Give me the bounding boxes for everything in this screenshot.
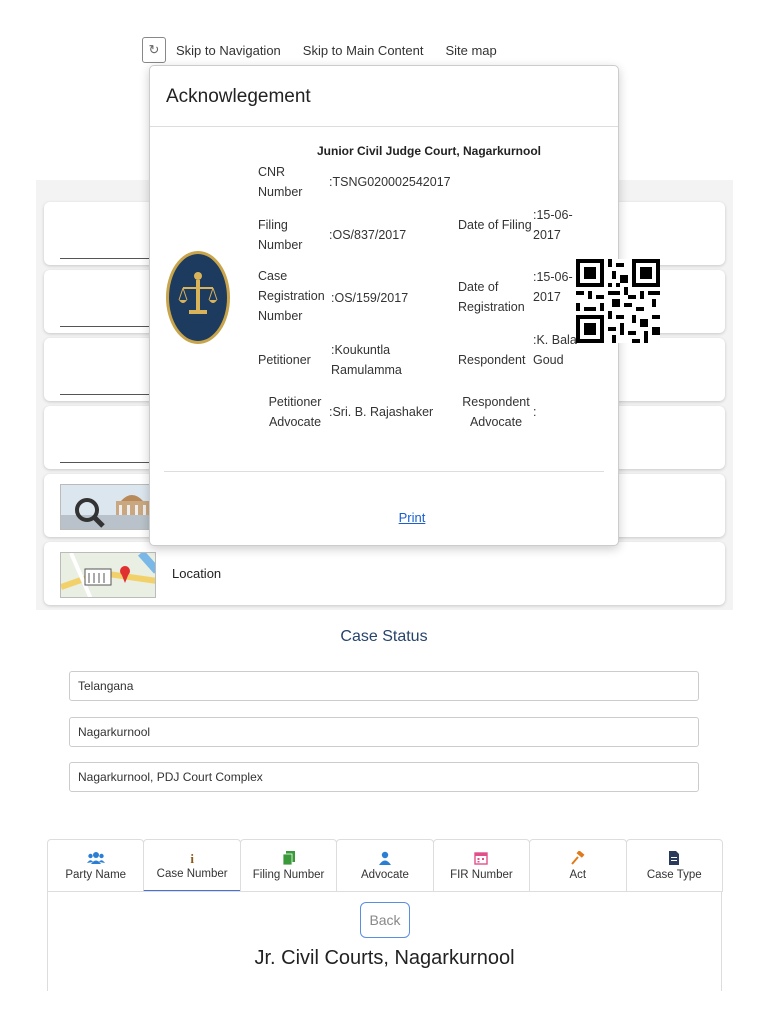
tab-advocate[interactable]: Advocate bbox=[336, 839, 434, 892]
acknowledgement-modal: Acknowlegement Junior Civil Judge Court,… bbox=[149, 65, 660, 546]
refresh-icon: ↻ bbox=[148, 42, 160, 57]
tab-label: Case Type bbox=[646, 868, 702, 881]
refresh-button[interactable]: ↻ bbox=[142, 37, 166, 63]
tab-filing-number[interactable]: Filing Number bbox=[239, 839, 338, 892]
registration-number-value: :OS/159/2017 bbox=[331, 291, 409, 305]
menu-card-underline bbox=[60, 462, 150, 463]
court-title: Jr. Civil Courts, Nagarkurnool bbox=[254, 947, 515, 969]
menu-card-underline bbox=[60, 326, 150, 327]
tab-label: Party Name bbox=[65, 868, 127, 881]
users-icon bbox=[86, 851, 105, 869]
petitioner-advocate-value: :Sri. B. Rajashaker bbox=[329, 405, 434, 419]
qr-code bbox=[576, 259, 660, 343]
tab-act[interactable]: Act bbox=[529, 839, 627, 892]
tab-label: Advocate bbox=[361, 868, 409, 881]
file-icon bbox=[668, 850, 680, 869]
registration-number-label: Case Registration Number bbox=[258, 269, 325, 323]
tab-fir-number[interactable]: FIR Number bbox=[432, 839, 531, 892]
location-label: Location bbox=[172, 566, 222, 581]
district-select[interactable]: Nagarkurnool bbox=[69, 717, 699, 747]
tab-content-panel: Back Jr. Civil Courts, Nagarkurnool bbox=[47, 891, 722, 991]
date-of-filing-value: :15-06-2017 bbox=[533, 208, 573, 242]
calendar-icon bbox=[474, 851, 489, 869]
respondent-value: :K. Bala Goud bbox=[533, 333, 577, 367]
menu-card-underline bbox=[60, 394, 150, 395]
files-icon bbox=[282, 850, 296, 869]
print-link[interactable]: Print bbox=[150, 510, 618, 525]
tab-label: Filing Number bbox=[252, 868, 325, 881]
court-name: Junior Civil Judge Court, Nagarkurnool bbox=[316, 144, 542, 158]
petitioner-label: Petitioner bbox=[258, 353, 311, 367]
tab-label: Act bbox=[569, 868, 587, 881]
user-icon bbox=[378, 851, 392, 869]
search-tabs: Party Name i Case Number Filing Number A… bbox=[47, 839, 723, 892]
petitioner-value: :Koukuntla Ramulamma bbox=[331, 343, 402, 377]
site-map-link[interactable]: Site map bbox=[445, 43, 496, 58]
case-status-title: Case Status bbox=[340, 628, 428, 645]
tab-label: Case Number bbox=[156, 868, 228, 880]
respondent-label: Respondent bbox=[458, 353, 526, 367]
skip-links-bar: ↻ Skip to Navigation Skip to Main Conten… bbox=[142, 36, 519, 64]
date-of-registration-value: :15-06-2017 bbox=[533, 270, 573, 304]
court-complex-select[interactable]: Nagarkurnool, PDJ Court Complex bbox=[69, 762, 699, 792]
skip-to-navigation-link[interactable]: Skip to Navigation bbox=[176, 43, 281, 58]
cnr-number-label: CNR Number bbox=[258, 165, 303, 199]
case-search-image bbox=[60, 484, 156, 530]
back-button[interactable]: Back bbox=[360, 902, 410, 938]
gavel-icon bbox=[571, 849, 585, 869]
cnr-number-value: :TSNG020002542017 bbox=[329, 175, 451, 189]
tab-party-name[interactable]: Party Name bbox=[47, 839, 145, 892]
state-select[interactable]: Telangana bbox=[69, 671, 699, 701]
petitioner-advocate-label: Petitioner Advocate bbox=[268, 395, 322, 429]
respondent-advocate-label: Respondent Advocate bbox=[462, 395, 530, 429]
respondent-advocate-value: : bbox=[533, 405, 537, 419]
info-icon: i bbox=[190, 851, 194, 866]
skip-to-main-content-link[interactable]: Skip to Main Content bbox=[303, 43, 424, 58]
modal-divider bbox=[164, 471, 604, 472]
filing-number-value: :OS/837/2017 bbox=[329, 228, 407, 242]
menu-card-underline bbox=[60, 258, 150, 259]
tab-case-type[interactable]: Case Type bbox=[625, 839, 723, 892]
location-map-image bbox=[60, 552, 156, 598]
tab-case-number[interactable]: i Case Number bbox=[143, 839, 241, 892]
modal-title: Acknowlegement bbox=[150, 66, 618, 127]
location-menu-card[interactable]: Location bbox=[44, 542, 725, 605]
date-of-filing-label: Date of Filing bbox=[458, 218, 532, 232]
date-of-registration-label: Date of Registration bbox=[458, 280, 525, 314]
filing-number-label: Filing Number bbox=[258, 218, 303, 252]
ecourts-logo bbox=[166, 251, 230, 344]
tab-label: FIR Number bbox=[450, 868, 513, 881]
